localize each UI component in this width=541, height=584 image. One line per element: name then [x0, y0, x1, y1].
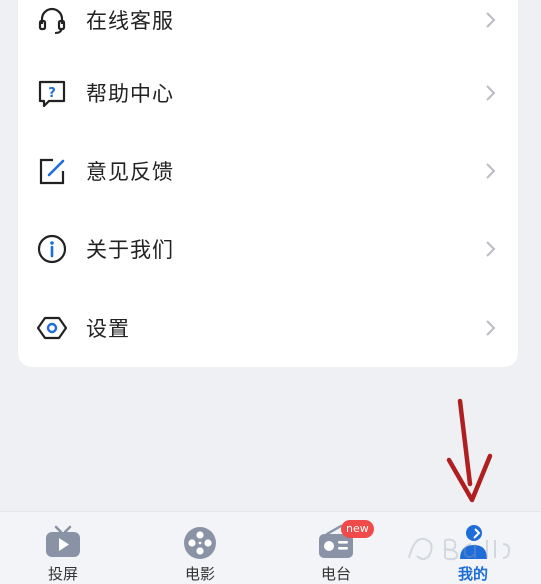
new-badge: new: [341, 520, 374, 538]
menu-card: 在线客服 ? 帮助中心 意见反馈 关于我们 设置: [18, 0, 518, 367]
tab-label: 电台: [320, 565, 351, 583]
chevron-right-icon: [486, 240, 496, 257]
menu-item-online-service[interactable]: 在线客服: [18, 0, 518, 59]
tab-label: 我的: [457, 565, 488, 583]
info-icon: [37, 234, 67, 263]
menu-item-feedback[interactable]: 意见反馈: [18, 131, 518, 210]
tab-label: 投屏: [47, 565, 78, 583]
tv-play-icon: [46, 525, 80, 557]
tab-movies[interactable]: 电影: [155, 512, 245, 584]
help-question-icon: ?: [38, 80, 66, 107]
tab-screen-cast[interactable]: 投屏: [18, 512, 108, 584]
menu-item-label: 意见反馈: [86, 159, 174, 184]
menu-item-label: 关于我们: [86, 237, 174, 262]
edit-feedback-icon: [39, 158, 65, 184]
svg-text:?: ?: [48, 86, 56, 101]
menu-item-label: 设置: [86, 316, 130, 341]
chevron-right-icon: [486, 84, 496, 101]
watermark-logo: [408, 537, 511, 561]
red-down-arrow-icon: [446, 398, 493, 503]
film-reel-icon: [184, 527, 216, 559]
menu-item-label: 帮助中心: [86, 81, 174, 106]
settings-hexagon-icon: [36, 316, 68, 339]
headset-icon: [38, 7, 66, 34]
tab-radio[interactable]: new 电台: [291, 512, 381, 584]
profile-page: 在线客服 ? 帮助中心 意见反馈 关于我们 设置 投屏 电影 new 电台 我的: [0, 0, 541, 584]
menu-item-help-center[interactable]: ? 帮助中心: [18, 53, 518, 132]
menu-item-settings[interactable]: 设置: [18, 288, 518, 367]
menu-item-about-us[interactable]: 关于我们: [18, 209, 518, 288]
tab-label: 电影: [184, 565, 215, 583]
chevron-right-icon: [486, 319, 496, 336]
menu-item-label: 在线客服: [86, 8, 174, 33]
chevron-right-icon: [486, 11, 496, 28]
chevron-right-icon: [486, 162, 496, 179]
